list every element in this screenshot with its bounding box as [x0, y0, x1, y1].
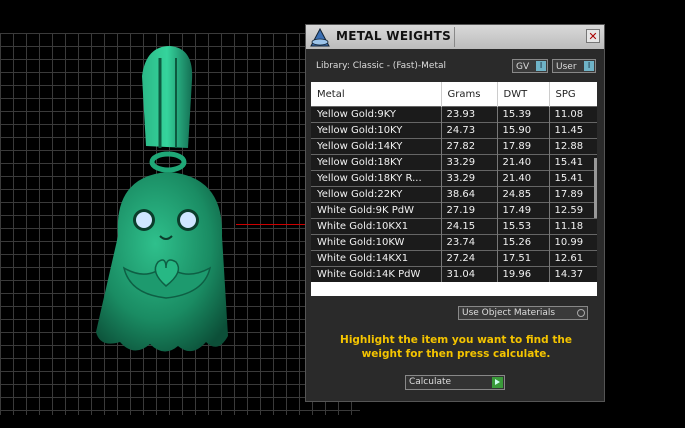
metal-weights-panel: METAL WEIGHTS ✕ Library: Classic - (Fast… — [305, 24, 605, 402]
cell-grams: 33.29 — [440, 154, 497, 171]
cell-grams: 38.64 — [440, 186, 497, 203]
table-row[interactable]: Yellow Gold:10KY 24.73 15.90 11.45 — [311, 122, 597, 139]
bail — [142, 46, 193, 148]
cell-spg: 15.41 — [548, 170, 597, 187]
cell-grams: 27.19 — [440, 202, 497, 219]
app-logo-icon — [310, 27, 330, 47]
user-toggle-icon: I — [584, 61, 594, 71]
calculate-label: Calculate — [409, 377, 452, 387]
gv-toggle[interactable]: GV I — [512, 59, 548, 73]
cell-metal: Yellow Gold:10KY — [311, 122, 441, 139]
cell-dwt: 17.49 — [496, 202, 549, 219]
cell-grams: 23.93 — [440, 106, 497, 123]
cell-dwt: 21.40 — [496, 154, 549, 171]
cell-grams: 23.74 — [440, 234, 497, 251]
use-object-materials-label: Use Object Materials — [462, 308, 556, 318]
cell-spg: 11.18 — [548, 218, 597, 235]
library-label: Library: Classic - (Fast)-Metal — [316, 61, 447, 71]
cell-metal: White Gold:9K PdW — [311, 202, 441, 219]
user-toggle[interactable]: User I — [552, 59, 596, 73]
cell-dwt: 15.90 — [496, 122, 549, 139]
table-row[interactable]: White Gold:10KX1 24.15 15.53 11.18 — [311, 218, 597, 235]
cell-dwt: 15.26 — [496, 234, 549, 251]
table-row[interactable]: Yellow Gold:9KY 23.93 15.39 11.08 — [311, 106, 597, 123]
play-arrow-icon — [492, 377, 503, 388]
cell-metal: White Gold:14KX1 — [311, 250, 441, 267]
cell-dwt: 24.85 — [496, 186, 549, 203]
calculate-button[interactable]: Calculate — [405, 375, 505, 390]
cell-spg: 15.41 — [548, 154, 597, 171]
column-header-spg[interactable]: SPG — [548, 82, 597, 107]
column-header-dwt[interactable]: DWT — [496, 82, 549, 107]
left-eye — [136, 212, 152, 228]
right-eye — [180, 212, 196, 228]
cell-metal: Yellow Gold:9KY — [311, 106, 441, 123]
cell-metal: White Gold:10KX1 — [311, 218, 441, 235]
table-row[interactable]: Yellow Gold:14KY 27.82 17.89 12.88 — [311, 138, 597, 155]
cell-spg: 12.59 — [548, 202, 597, 219]
cell-dwt: 17.89 — [496, 138, 549, 155]
cell-spg: 12.88 — [548, 138, 597, 155]
cell-dwt: 15.53 — [496, 218, 549, 235]
column-header-metal[interactable]: Metal — [311, 82, 441, 107]
cell-spg: 10.99 — [548, 234, 597, 251]
close-button[interactable]: ✕ — [586, 29, 600, 43]
table-row[interactable]: White Gold:14KX1 27.24 17.51 12.61 — [311, 250, 597, 267]
cell-grams: 27.82 — [440, 138, 497, 155]
title-divider — [454, 27, 455, 47]
cell-dwt: 17.51 — [496, 250, 549, 267]
ghost-pendant-model[interactable] — [88, 36, 248, 366]
cell-metal: Yellow Gold:14KY — [311, 138, 441, 155]
cell-metal: Yellow Gold:22KY — [311, 186, 441, 203]
cell-spg: 12.61 — [548, 250, 597, 267]
metal-table[interactable]: Metal Grams DWT SPG Yellow Gold:9KY 23.93… — [311, 82, 597, 296]
cell-spg: 14.37 — [548, 266, 597, 282]
cell-dwt: 21.40 — [496, 170, 549, 187]
cell-metal: Yellow Gold:18KY — [311, 154, 441, 171]
cell-dwt: 19.96 — [496, 266, 549, 282]
cell-spg: 17.89 — [548, 186, 597, 203]
gv-label: GV — [516, 62, 530, 72]
table-row[interactable]: White Gold:9K PdW 27.19 17.49 12.59 — [311, 202, 597, 219]
cell-grams: 27.24 — [440, 250, 497, 267]
title-bar[interactable]: METAL WEIGHTS ✕ — [306, 25, 604, 49]
table-row[interactable]: Yellow Gold:22KY 38.64 24.85 17.89 — [311, 186, 597, 203]
cell-metal: White Gold:14K PdW — [311, 266, 441, 282]
table-row[interactable]: White Gold:14K PdW 31.04 19.96 14.37 — [311, 266, 597, 282]
cell-spg: 11.45 — [548, 122, 597, 139]
radio-icon — [577, 309, 585, 317]
cell-spg: 11.08 — [548, 106, 597, 123]
vertical-scrollbar[interactable] — [594, 158, 597, 218]
cell-metal: Yellow Gold:18KY R... — [311, 170, 441, 187]
instruction-text: Highlight the item you want to find the … — [340, 334, 572, 360]
table-row[interactable]: Yellow Gold:18KY R... 33.29 21.40 15.41 — [311, 170, 597, 187]
cell-dwt: 15.39 — [496, 106, 549, 123]
table-row[interactable]: White Gold:10KW 23.74 15.26 10.99 — [311, 234, 597, 251]
cell-grams: 24.73 — [440, 122, 497, 139]
column-header-grams[interactable]: Grams — [440, 82, 497, 107]
user-label: User — [556, 62, 577, 72]
cell-metal: White Gold:10KW — [311, 234, 441, 251]
cell-grams: 33.29 — [440, 170, 497, 187]
jump-ring — [149, 151, 187, 173]
table-header-row: Metal Grams DWT SPG — [311, 82, 597, 107]
panel-title: METAL WEIGHTS — [336, 29, 452, 43]
use-object-materials-option[interactable]: Use Object Materials — [458, 306, 588, 320]
cell-grams: 31.04 — [440, 266, 497, 282]
cell-grams: 24.15 — [440, 218, 497, 235]
table-row[interactable]: Yellow Gold:18KY 33.29 21.40 15.41 — [311, 154, 597, 171]
gv-toggle-icon: I — [536, 61, 546, 71]
